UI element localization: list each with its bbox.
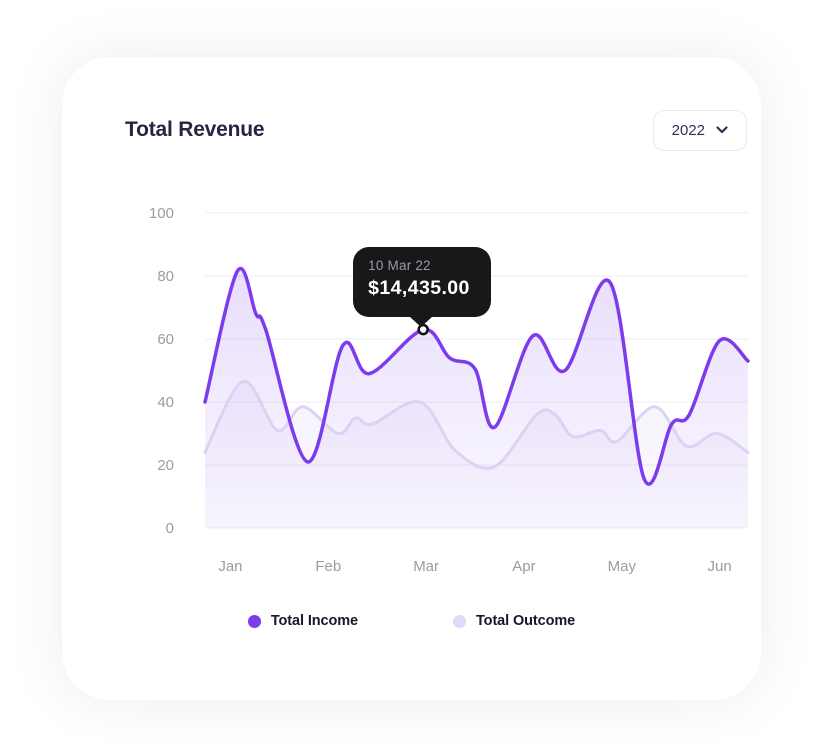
y-axis-label: 60 xyxy=(157,331,174,348)
y-axis-label: 40 xyxy=(157,394,174,411)
x-axis-label: Feb xyxy=(315,558,341,575)
income-dot-icon xyxy=(248,615,261,628)
x-axis-label: May xyxy=(608,558,637,575)
outcome-dot-icon xyxy=(453,615,466,628)
x-axis-label: Mar xyxy=(413,558,439,575)
y-axis-label: 20 xyxy=(157,457,174,474)
tooltip-marker-icon xyxy=(419,325,428,334)
chart-legend: Total Income Total Outcome xyxy=(62,613,761,629)
y-axis-label: 0 xyxy=(166,520,174,537)
legend-item-total-outcome[interactable]: Total Outcome xyxy=(453,613,575,629)
legend-item-total-income[interactable]: Total Income xyxy=(248,613,358,629)
x-axis-label: Jun xyxy=(708,558,732,575)
x-axis-label: Jan xyxy=(218,558,242,575)
revenue-chart: 100 80 60 40 20 0 Jan Feb Mar Apr May Jun xyxy=(62,57,761,597)
page: Total Revenue 2022 100806040200JanFebMar… xyxy=(0,0,833,740)
total-revenue-card: Total Revenue 2022 100806040200JanFebMar… xyxy=(62,57,761,700)
legend-label: Total Outcome xyxy=(476,613,575,629)
y-axis-label: 100 xyxy=(149,205,174,222)
x-axis-label: Apr xyxy=(512,558,535,575)
legend-label: Total Income xyxy=(271,613,358,629)
y-axis-label: 80 xyxy=(157,268,174,285)
